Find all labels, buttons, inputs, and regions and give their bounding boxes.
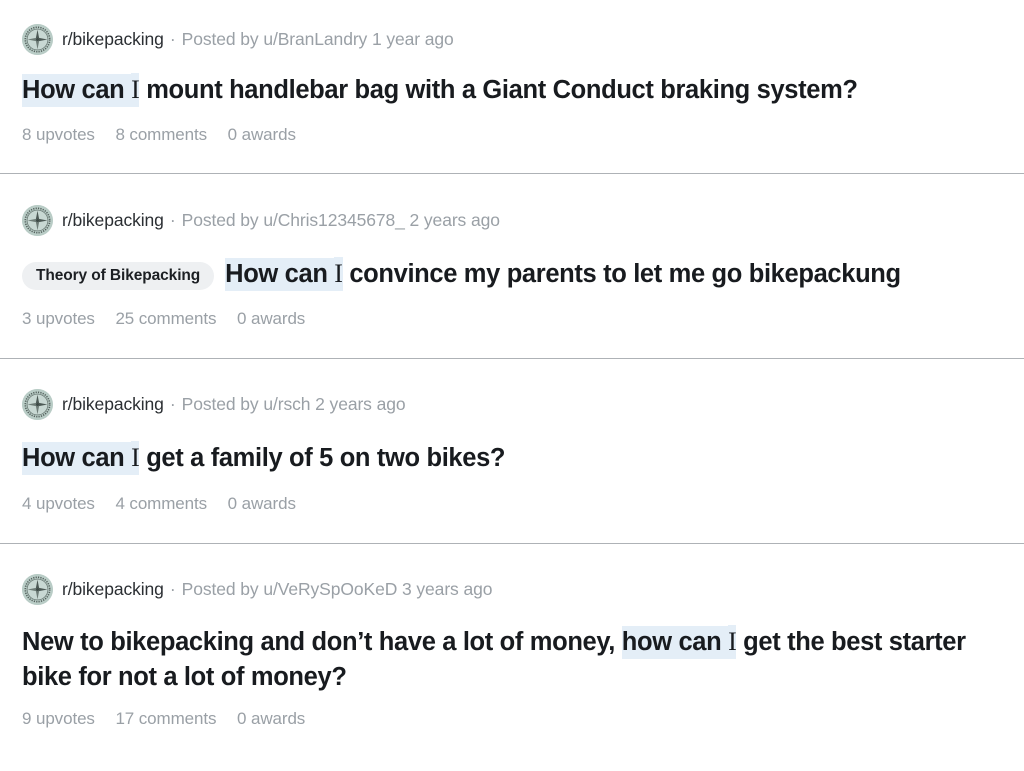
post-title-row: How can I get a family of 5 on two bikes… xyxy=(22,441,1002,476)
post-item[interactable]: r/bikepacking · Posted by u/rsch 2 years… xyxy=(0,358,1024,543)
comment-count[interactable]: 25 comments xyxy=(115,309,216,329)
byline-separator: · xyxy=(169,209,176,230)
award-count: 0 awards xyxy=(227,494,296,514)
byline-separator: · xyxy=(169,29,176,49)
post-title-row: Theory of Bikepacking How can I convince… xyxy=(22,256,1002,293)
compass-rose-icon xyxy=(22,204,53,236)
post-item[interactable]: r/bikepacking · Posted by u/VeRySpOoKeD … xyxy=(0,543,1024,751)
subreddit-link[interactable]: r/bikepacking xyxy=(62,579,164,600)
post-title[interactable]: How can I get a family of 5 on two bikes… xyxy=(22,441,1002,476)
title-text-span: get a family of 5 on two bikes? xyxy=(139,444,506,473)
subreddit-link[interactable]: r/bikepacking xyxy=(62,210,164,231)
post-title[interactable]: How can I convince my parents to let me … xyxy=(225,256,1002,292)
post-header: r/bikepacking · Posted by u/Chris1234567… xyxy=(22,174,1002,236)
title-highlight-span: how can xyxy=(621,626,729,660)
title-text-span: New to bikepacking and don’t have a lot … xyxy=(22,628,622,657)
post-flair-badge[interactable]: Theory of Bikepacking xyxy=(22,261,215,291)
post-byline: Posted by u/Chris12345678_ 2 years ago xyxy=(181,209,500,230)
award-count: 0 awards xyxy=(237,309,306,329)
post-title[interactable]: How can I mount handlebar bag with a Gia… xyxy=(22,73,1002,108)
title-highlight-span: How can xyxy=(22,442,132,476)
byline-separator: · xyxy=(169,579,176,600)
post-stats: 8 upvotes 8 comments 0 awards xyxy=(22,125,1002,173)
upvote-count: 8 upvotes xyxy=(22,124,95,144)
search-results-list: r/bikepacking · Posted by u/BranLandry 1… xyxy=(0,0,1024,751)
upvote-count: 3 upvotes xyxy=(22,309,95,329)
post-item[interactable]: r/bikepacking · Posted by u/Chris1234567… xyxy=(0,172,1024,359)
comment-count[interactable]: 4 comments xyxy=(115,494,207,514)
comment-count[interactable]: 8 comments xyxy=(115,125,207,145)
post-header: r/bikepacking · Posted by u/BranLandry 1… xyxy=(22,0,1002,55)
post-byline: Posted by u/BranLandry 1 year ago xyxy=(181,29,454,49)
compass-rose-icon xyxy=(22,24,53,55)
post-title[interactable]: New to bikepacking and don’t have a lot … xyxy=(22,625,1002,694)
title-text-span: convince my parents to let me go bikepac… xyxy=(342,259,901,288)
title-highlight-span: How can xyxy=(225,257,335,291)
subreddit-link[interactable]: r/bikepacking xyxy=(62,394,164,415)
post-header: r/bikepacking · Posted by u/VeRySpOoKeD … xyxy=(22,544,1002,606)
post-title-row: New to bikepacking and don’t have a lot … xyxy=(22,625,1002,694)
title-highlight-span: I xyxy=(334,256,343,291)
upvote-count: 9 upvotes xyxy=(22,709,95,729)
comment-count[interactable]: 17 comments xyxy=(115,709,216,729)
title-text-span: mount handlebar bag with a Giant Conduct… xyxy=(139,76,858,104)
post-header: r/bikepacking · Posted by u/rsch 2 years… xyxy=(22,359,1002,421)
post-item[interactable]: r/bikepacking · Posted by u/BranLandry 1… xyxy=(0,0,1024,173)
post-stats: 9 upvotes 17 comments 0 awards xyxy=(22,709,1002,751)
award-count: 0 awards xyxy=(227,124,296,144)
compass-rose-icon xyxy=(22,389,53,421)
subreddit-link[interactable]: r/bikepacking xyxy=(62,29,164,50)
award-count: 0 awards xyxy=(237,709,306,729)
compass-rose-icon xyxy=(22,574,53,606)
title-highlight-span: How can xyxy=(22,74,132,107)
byline-separator: · xyxy=(169,394,176,415)
post-stats: 4 upvotes 4 comments 0 awards xyxy=(22,494,1002,543)
upvote-count: 4 upvotes xyxy=(22,494,95,514)
post-stats: 3 upvotes 25 comments 0 awards xyxy=(22,309,1002,358)
post-byline: Posted by u/VeRySpOoKeD 3 years ago xyxy=(181,579,493,600)
post-byline: Posted by u/rsch 2 years ago xyxy=(181,394,406,415)
post-title-row: How can I mount handlebar bag with a Gia… xyxy=(22,73,1002,108)
